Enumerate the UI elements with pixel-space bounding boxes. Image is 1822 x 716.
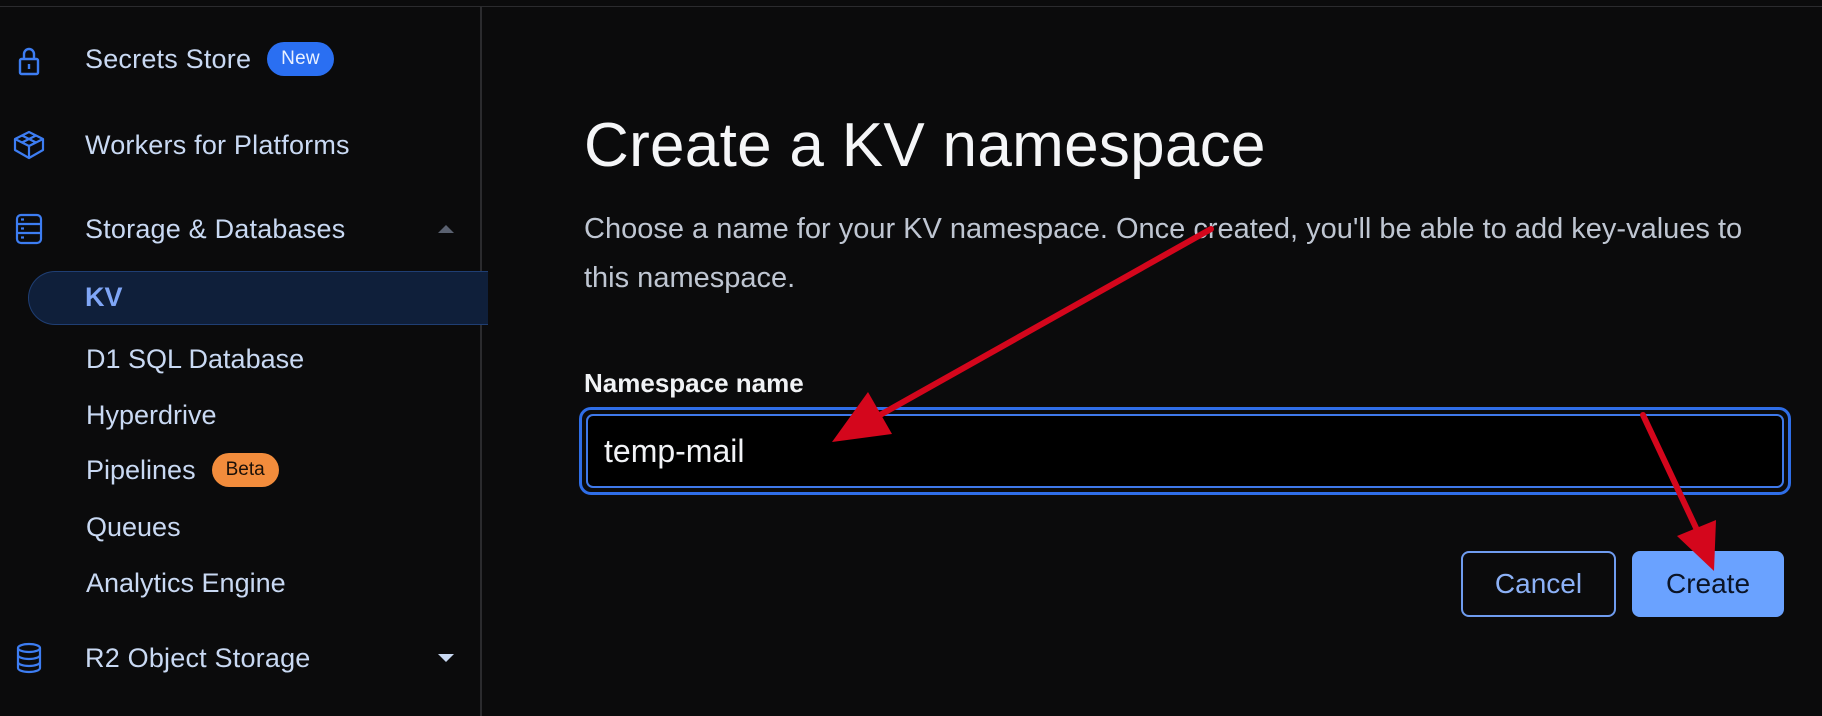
cube-icon	[12, 128, 46, 162]
sidebar-subitem-analytics-engine[interactable]: Analytics Engine	[86, 568, 286, 599]
new-badge: New	[267, 42, 334, 76]
namespace-input-focus-ring	[579, 407, 1791, 495]
sidebar-subitem-label: Analytics Engine	[86, 568, 286, 598]
sidebar-subitem-pipelines[interactable]: Pipelines Beta	[86, 453, 279, 487]
sidebar-subitem-hyperdrive[interactable]: Hyperdrive	[86, 400, 217, 431]
top-divider	[0, 0, 1822, 7]
namespace-name-input[interactable]	[586, 414, 1784, 488]
cancel-button[interactable]: Cancel	[1461, 551, 1616, 617]
database-icon	[12, 641, 46, 675]
sidebar-subitem-queues[interactable]: Queues	[86, 512, 181, 543]
app-root: Secrets Store New Workers for Platforms	[0, 0, 1822, 716]
sidebar-subitem-label: D1 SQL Database	[86, 344, 305, 374]
lock-icon	[12, 44, 46, 78]
sidebar-item-label: Workers for Platforms	[85, 129, 350, 160]
sidebar-subitem-label: KV	[85, 282, 123, 312]
sidebar-item-r2-object-storage[interactable]: R2 Object Storage	[0, 630, 480, 686]
sidebar: Secrets Store New Workers for Platforms	[0, 7, 488, 716]
sidebar-subitem-label: Pipelines	[86, 454, 196, 485]
page-description: Choose a name for your KV namespace. Onc…	[584, 213, 1743, 294]
sidebar-item-secrets-store[interactable]: Secrets Store New	[0, 33, 480, 89]
sidebar-subitem-label: Hyperdrive	[86, 400, 217, 430]
sidebar-item-storage-databases[interactable]: Storage & Databases	[0, 201, 480, 257]
chevron-up-icon[interactable]	[438, 225, 454, 233]
namespace-name-label: Namespace name	[584, 368, 804, 398]
sidebar-item-workers-for-platforms[interactable]: Workers for Platforms	[0, 117, 480, 173]
sidebar-subitem-kv[interactable]: KV	[28, 271, 488, 325]
sidebar-item-label: Storage & Databases	[85, 213, 346, 244]
page-title: Create a KV namespace	[584, 111, 1266, 180]
sidebar-item-label: Secrets Store	[85, 44, 252, 75]
create-button[interactable]: Create	[1632, 551, 1784, 617]
sidebar-subitem-d1-sql-database[interactable]: D1 SQL Database	[86, 344, 304, 375]
sidebar-subitem-label: Queues	[86, 512, 181, 542]
database-list-icon	[12, 212, 46, 246]
sidebar-item-label: R2 Object Storage	[85, 642, 311, 673]
beta-badge: Beta	[211, 453, 279, 487]
chevron-down-icon[interactable]	[438, 654, 454, 662]
